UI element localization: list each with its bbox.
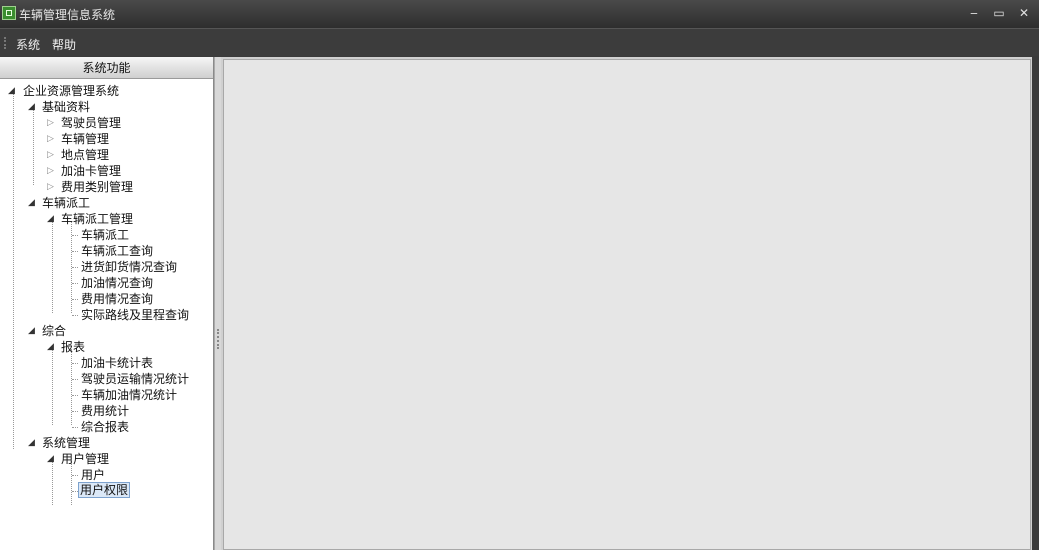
main-content-area <box>221 57 1039 550</box>
expand-icon[interactable]: ▷ <box>47 167 56 176</box>
tree-connector <box>72 267 78 268</box>
collapse-icon[interactable]: ◢ <box>28 199 37 208</box>
menu-grip-icon[interactable] <box>4 37 8 49</box>
tree-leaf[interactable]: 费用统计 <box>80 403 130 419</box>
panel-header: 系统功能 <box>0 57 213 79</box>
tree-connector <box>71 349 72 425</box>
expand-icon[interactable]: ▷ <box>47 135 56 144</box>
tree-connector <box>72 299 78 300</box>
expand-icon[interactable]: ▷ <box>47 183 56 192</box>
collapse-icon[interactable]: ◢ <box>28 103 37 112</box>
minimize-button[interactable]: ‒ <box>966 6 982 20</box>
collapse-icon[interactable]: ◢ <box>8 87 17 96</box>
expand-icon[interactable]: ▷ <box>47 119 56 128</box>
tree-connector <box>13 93 14 449</box>
tree-connector <box>72 283 78 284</box>
tree-connector <box>72 395 78 396</box>
tree-connector <box>72 411 78 412</box>
tree-leaf[interactable]: 实际路线及里程查询 <box>80 307 190 323</box>
tree-leaf[interactable]: 驾驶员运输情况统计 <box>80 371 190 387</box>
tree-connector <box>72 251 78 252</box>
app-icon <box>2 6 16 20</box>
menu-item-help[interactable]: 帮助 <box>52 36 76 53</box>
tree-connector <box>72 235 78 236</box>
collapse-icon[interactable]: ◢ <box>47 455 56 464</box>
tree-leaf-user[interactable]: 用户 <box>80 467 106 483</box>
close-button[interactable]: ✕ <box>1016 6 1032 20</box>
tree-leaf[interactable]: 车辆加油情况统计 <box>80 387 178 403</box>
tree-connector <box>33 109 34 185</box>
tree-connector <box>72 379 78 380</box>
tree-leaf[interactable]: 加油卡统计表 <box>80 355 154 371</box>
tree-connector <box>52 221 53 313</box>
collapse-icon[interactable]: ◢ <box>28 327 37 336</box>
tree-leaf[interactable]: 综合报表 <box>80 419 130 435</box>
maximize-button[interactable]: ▭ <box>991 6 1007 20</box>
menu-item-system[interactable]: 系统 <box>16 36 40 53</box>
tree-connector <box>52 461 53 505</box>
tree-leaf[interactable]: 车辆派工查询 <box>80 243 154 259</box>
tree-connector <box>72 475 78 476</box>
tree-leaf[interactable]: 费用情况查询 <box>80 291 154 307</box>
window-title: 车辆管理信息系统 <box>19 8 116 22</box>
menu-bar: 系统 帮助 <box>0 28 1039 56</box>
collapse-icon[interactable]: ◢ <box>47 343 56 352</box>
window-frame-edge <box>1032 57 1039 550</box>
panel-splitter[interactable] <box>214 57 221 550</box>
tree-connector <box>71 461 72 505</box>
tree-leaf[interactable]: 车辆派工 <box>80 227 130 243</box>
tree-connector <box>72 315 78 316</box>
tree-leaf-user-permission[interactable]: 用户权限 <box>78 482 131 498</box>
tree-leaf[interactable]: 加油情况查询 <box>80 275 154 291</box>
collapse-icon[interactable]: ◢ <box>28 439 37 448</box>
collapse-icon[interactable]: ◢ <box>47 215 56 224</box>
expand-icon[interactable]: ▷ <box>47 151 56 160</box>
tree-connector <box>72 427 78 428</box>
function-panel: 系统功能 ◢ 企业资源管理系统 ◢ 基础资料 ▷ 驾驶员管理 ▷ 车辆管理 ▷ <box>0 57 214 550</box>
title-bar: 车辆管理信息系统 ‒ ▭ ✕ <box>0 0 1039 28</box>
tree-connector <box>52 349 53 425</box>
tree-connector <box>72 363 78 364</box>
mdi-workspace[interactable] <box>223 59 1031 550</box>
function-tree[interactable]: ◢ 企业资源管理系统 ◢ 基础资料 ▷ 驾驶员管理 ▷ 车辆管理 ▷ 地点管理 … <box>0 81 213 546</box>
tree-leaf[interactable]: 进货卸货情况查询 <box>80 259 178 275</box>
